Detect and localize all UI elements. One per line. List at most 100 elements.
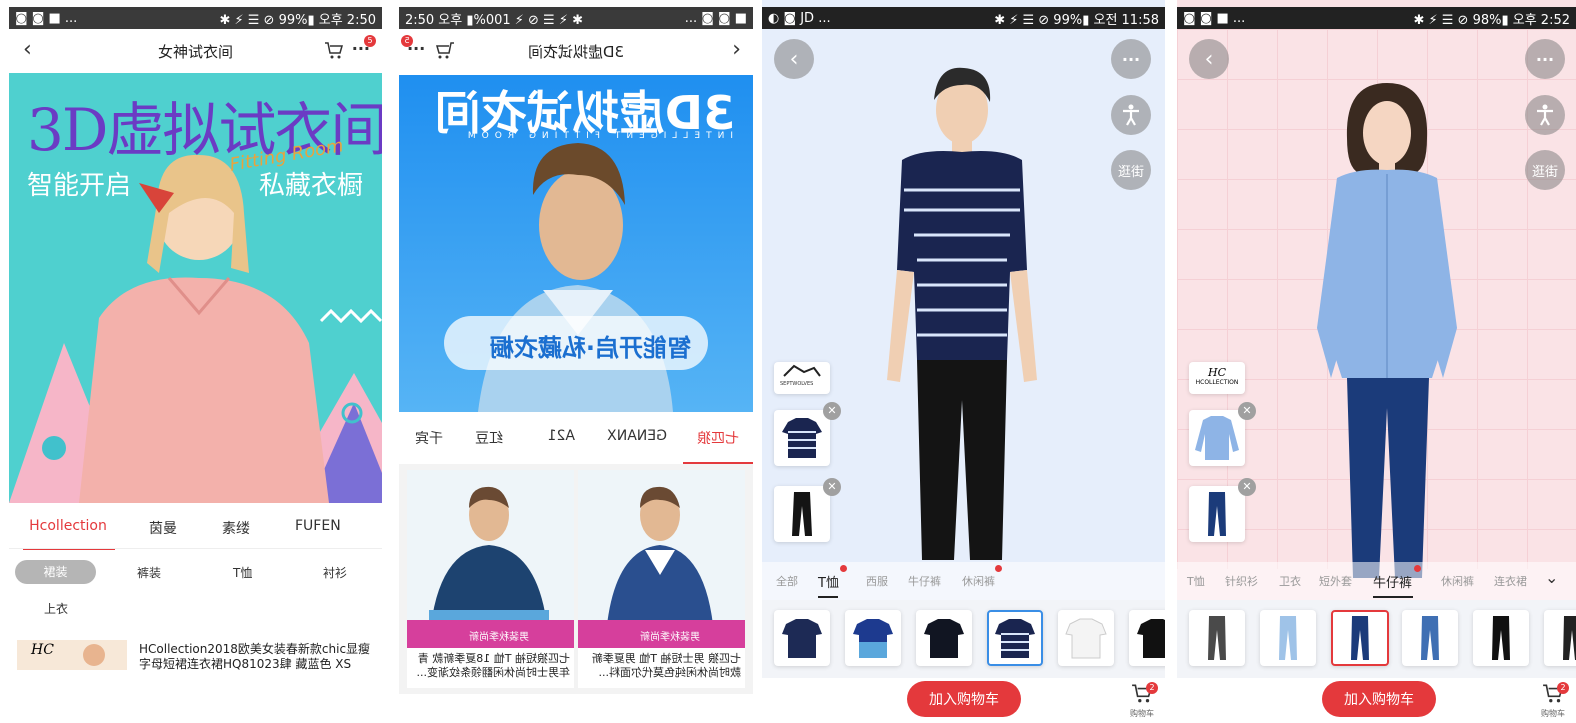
- tshirt-icon: [1137, 619, 1165, 658]
- product-option[interactable]: [774, 610, 830, 666]
- category-shirt[interactable]: 衬衫: [323, 564, 347, 581]
- product-image: [407, 470, 574, 648]
- category-hoodie[interactable]: 卫衣: [1279, 573, 1301, 589]
- brand-tab-inman[interactable]: 茵曼: [149, 518, 177, 538]
- product-option-selected[interactable]: [987, 610, 1043, 666]
- product-title: 七匹狼短袖 T恤 18夏季新款 青年男士时尚休闲翻领条纹渐变...: [416, 652, 571, 679]
- category-bar: 全部 T恤 西服 牛仔裤 休闲裤: [762, 562, 1165, 600]
- category-chip-dress[interactable]: 裙装: [15, 560, 96, 584]
- jeans-icon: [1208, 492, 1226, 536]
- promo-banner[interactable]: 3D虚拟试衣间 INTELLIGENT FITTING ROOM 智能开启·私藏…: [399, 75, 753, 412]
- remove-pants-button[interactable]: ✕: [823, 478, 841, 496]
- chevron-down-icon[interactable]: ⌄: [1545, 568, 1558, 587]
- remove-top-button[interactable]: ✕: [823, 402, 841, 420]
- selected-pants-thumb[interactable]: [774, 486, 830, 542]
- category-jeans[interactable]: 牛仔裤: [908, 573, 941, 589]
- product-option[interactable]: [1129, 610, 1165, 666]
- brand-tab-hongdou[interactable]: 红豆: [475, 428, 503, 448]
- jeans-icon: [1279, 616, 1297, 660]
- remove-pants-button[interactable]: ✕: [1238, 478, 1256, 496]
- selected-top-thumb[interactable]: [774, 410, 830, 466]
- panel-fitting-male: ◐ ◙ JD ... ✱ ⚡ ☰ ⊘ 99%▮ 오전 11:58 ‹ ··· 逛…: [762, 0, 1165, 723]
- banner-left-slogan: 智能开启: [27, 171, 132, 201]
- category-bar: T恤 针织衫 卫衣 短外套 牛仔裤 休闲裤 连衣裙 ⌄: [1177, 562, 1576, 600]
- product-strip: [1177, 600, 1576, 678]
- cart-shortcut[interactable]: 2 购物车: [1124, 682, 1160, 720]
- product-option[interactable]: [1260, 610, 1316, 666]
- street-button[interactable]: 逛街: [1111, 150, 1151, 190]
- product-logo: HC: [31, 642, 54, 658]
- brand-tab-a21[interactable]: A21: [548, 428, 575, 444]
- banner-right-slogan: 私藏衣橱: [259, 171, 364, 201]
- product-card[interactable]: 男装秋季尚新 七匹狼 男士短袖 T恤 男夏季新款时尚休闲纯色莫代尔面料...: [578, 470, 745, 688]
- category-tshirt[interactable]: T恤: [818, 572, 839, 591]
- product-option[interactable]: [1058, 610, 1114, 666]
- category-tshirt[interactable]: T恤: [1187, 573, 1205, 589]
- promo-banner[interactable]: 3D虚拟试衣间 Fitting Room 智能开启 私藏衣橱: [9, 73, 382, 503]
- category-jacket[interactable]: 短外套: [1319, 573, 1352, 589]
- cart-icon[interactable]: [435, 40, 455, 64]
- product-title: HCollection2018欧美女装春新款chic显瘦字母短裙连衣裙HQ810…: [139, 642, 371, 670]
- polo-icon: [1065, 618, 1107, 659]
- brand-logo-sub: HCOLLECTION: [1195, 379, 1239, 386]
- selected-pants-thumb[interactable]: [1189, 486, 1245, 542]
- remove-top-button[interactable]: ✕: [1238, 402, 1256, 420]
- category-dress[interactable]: 连衣裙: [1494, 573, 1527, 589]
- pose-button[interactable]: [1525, 95, 1565, 135]
- status-bar: ◙ ◙ ■ ... ✱ ⚡ ☰ ⊘ 98%▮ 오후 2:52: [1177, 7, 1576, 29]
- back-button[interactable]: ‹: [1189, 39, 1229, 79]
- brand-tab-sulv[interactable]: 素缕: [222, 518, 250, 538]
- page-title: 女神试衣间: [157, 42, 233, 61]
- avatar: [83, 644, 105, 666]
- brand-tab-qianbin[interactable]: 千宾: [415, 428, 443, 448]
- product-option[interactable]: [1402, 610, 1458, 666]
- selected-top-thumb[interactable]: [1189, 410, 1245, 466]
- category-dot: [1414, 565, 1421, 572]
- category-suit[interactable]: 西服: [866, 573, 888, 589]
- more-button[interactable]: ···: [1525, 39, 1565, 79]
- more-button[interactable]: ···: [1111, 39, 1151, 79]
- status-left: ◐ ◙ JD ...: [768, 10, 831, 26]
- product-option[interactable]: [916, 610, 972, 666]
- product-image: [578, 470, 745, 648]
- back-button[interactable]: ‹: [774, 39, 814, 79]
- pose-button[interactable]: [1111, 95, 1151, 135]
- category-tshirt[interactable]: T恤: [233, 564, 252, 581]
- product-option[interactable]: [1473, 610, 1529, 666]
- product-option[interactable]: [845, 610, 901, 666]
- category-knit[interactable]: 针织衫: [1225, 573, 1258, 589]
- product-option-selected[interactable]: [1331, 610, 1389, 666]
- street-button[interactable]: 逛街: [1525, 150, 1565, 190]
- cart-label: 购物车: [1130, 709, 1154, 718]
- cart-shortcut[interactable]: 2 购物车: [1535, 682, 1571, 720]
- add-to-cart-button[interactable]: 加入购物车: [907, 681, 1021, 717]
- active-category-underline: [818, 596, 838, 598]
- category-pants[interactable]: 裤装: [137, 564, 161, 581]
- category-top[interactable]: 上衣: [44, 600, 68, 617]
- product-option[interactable]: [1544, 610, 1576, 666]
- product-tag: 男装秋季尚新: [640, 632, 700, 643]
- notification-badge: 5: [364, 35, 376, 47]
- category-all[interactable]: 全部: [776, 573, 798, 589]
- polo-icon: [853, 619, 893, 658]
- status-right: ✱ ⚡ ☰ ⊘ 99%▮ 오전 11:58: [994, 12, 1159, 28]
- brand-logo-card: SEPTWOLVES: [774, 362, 830, 394]
- wolf-logo-icon: [783, 364, 821, 377]
- brand-tab-septwolves[interactable]: 七匹狼: [683, 428, 753, 464]
- add-to-cart-button[interactable]: 加入购物车: [1322, 681, 1436, 717]
- brand-tab-fufen[interactable]: FUFEN: [295, 518, 341, 534]
- product-option[interactable]: [1189, 610, 1245, 666]
- product-card[interactable]: 男装秋季尚新 七匹狼短袖 T恤 18夏季新款 青年男士时尚休闲翻领条纹渐变...: [407, 470, 574, 688]
- category-jeans[interactable]: 牛仔裤: [1373, 572, 1412, 591]
- status-right: ✱ ⚡ ☰ ⊘ 99%▮ 오후 2:50: [219, 12, 376, 28]
- brand-tab-genanx[interactable]: GENANX: [607, 428, 667, 444]
- cart-icon[interactable]: [324, 40, 344, 64]
- category-casual-pants[interactable]: 休闲裤: [1441, 573, 1474, 589]
- back-icon[interactable]: ‹: [732, 37, 741, 62]
- category-casual-pants[interactable]: 休闲裤: [962, 573, 995, 589]
- back-icon[interactable]: ‹: [23, 39, 32, 61]
- product-strip: [762, 600, 1165, 678]
- brand-tab-hcollection[interactable]: Hcollection: [21, 518, 115, 550]
- product-list-item[interactable]: HC HCollection2018欧美女装春新款chic显瘦字母短裙连衣裙HQ…: [17, 636, 377, 670]
- product-tag: 男装秋季尚新: [469, 632, 529, 643]
